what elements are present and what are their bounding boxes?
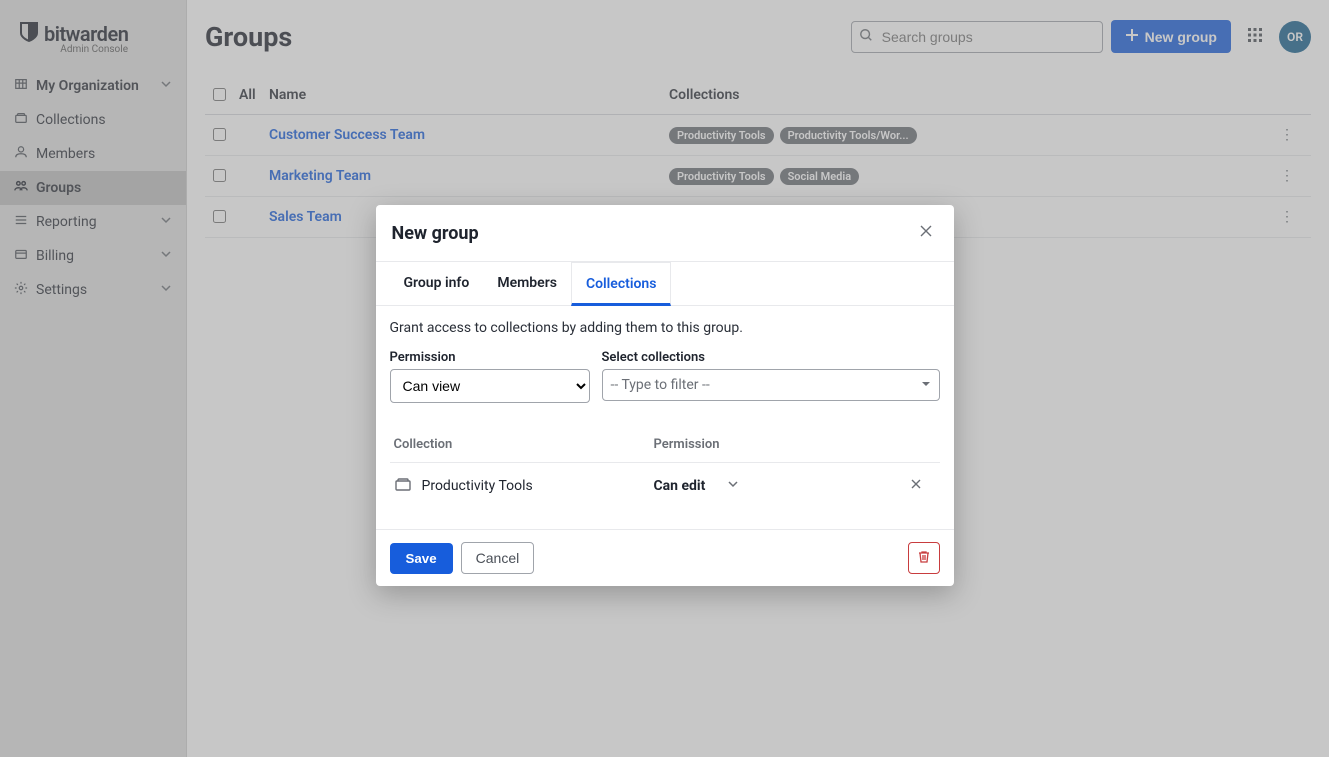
tab-collections[interactable]: Collections bbox=[571, 262, 671, 306]
save-button[interactable]: Save bbox=[390, 543, 453, 574]
caret-down-icon bbox=[921, 377, 931, 393]
close-icon bbox=[909, 479, 923, 495]
tab-members[interactable]: Members bbox=[483, 262, 571, 305]
modal-overlay: New group Group info Members Collections… bbox=[0, 0, 1329, 757]
assigned-collection-row: Productivity Tools Can edit bbox=[390, 463, 940, 509]
cancel-button[interactable]: Cancel bbox=[461, 542, 535, 574]
assigned-collection-name: Productivity Tools bbox=[422, 478, 533, 494]
modal-description: Grant access to collections by adding th… bbox=[390, 320, 940, 336]
select-collections-label: Select collections bbox=[602, 350, 940, 365]
trash-icon bbox=[917, 550, 931, 567]
assigned-permission-select[interactable]: Can edit bbox=[654, 478, 896, 494]
combo-placeholder: -- Type to filter -- bbox=[611, 377, 710, 393]
mini-col-collection: Collection bbox=[394, 437, 654, 452]
chevron-down-icon bbox=[727, 478, 739, 494]
select-collections-combo[interactable]: -- Type to filter -- bbox=[602, 369, 940, 401]
permission-label: Permission bbox=[390, 350, 590, 365]
collection-icon bbox=[394, 475, 412, 497]
assigned-collections-table: Collection Permission Productivity Tools… bbox=[390, 427, 940, 509]
modal-close-button[interactable] bbox=[914, 219, 938, 247]
assigned-permission-value: Can edit bbox=[654, 478, 706, 494]
permission-select[interactable]: Can view bbox=[390, 369, 590, 403]
modal-title: New group bbox=[392, 223, 479, 244]
modal-tabs: Group info Members Collections bbox=[376, 262, 954, 306]
remove-collection-button[interactable] bbox=[896, 477, 936, 495]
delete-button[interactable] bbox=[908, 542, 940, 574]
new-group-modal: New group Group info Members Collections… bbox=[376, 205, 954, 586]
mini-col-permission: Permission bbox=[654, 437, 896, 452]
tab-group-info[interactable]: Group info bbox=[390, 262, 484, 305]
close-icon bbox=[918, 227, 934, 243]
